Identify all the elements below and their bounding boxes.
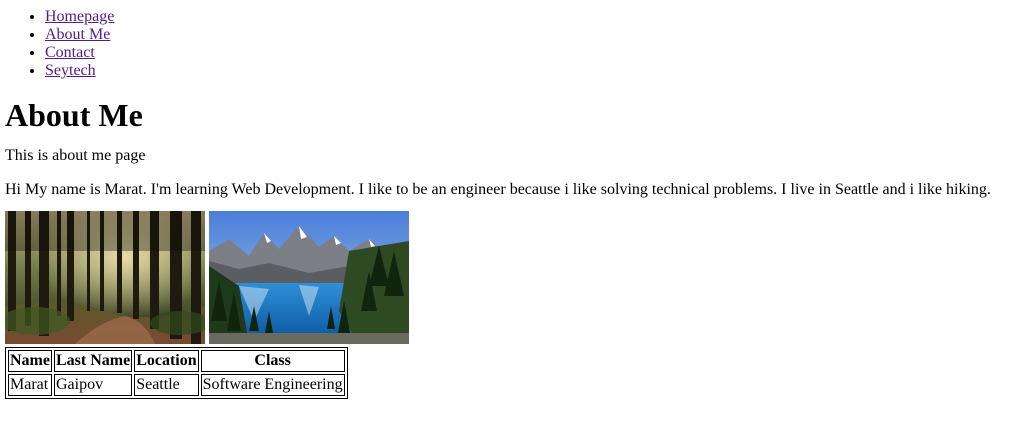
bio-paragraph: Hi My name is Marat. I'm learning Web De… — [5, 181, 991, 198]
header-class: Class — [200, 350, 345, 372]
nav-item-contact: Contact — [45, 44, 1013, 62]
page: Homepage About Me Contact Seytech About … — [0, 8, 1018, 399]
nav-link-seytech[interactable]: Seytech — [45, 62, 96, 79]
nav-item-homepage: Homepage — [45, 8, 1013, 26]
header-location: Location — [134, 350, 199, 372]
photo-gallery — [5, 211, 1013, 344]
cell-last-name: Gaipov — [53, 374, 133, 396]
page-title: About Me — [5, 97, 143, 133]
forest-image — [5, 211, 205, 344]
nav-item-seytech: Seytech — [45, 62, 1013, 80]
cell-name: Marat — [8, 374, 52, 396]
table-header-row: Name Last Name Location Class — [8, 350, 345, 372]
header-name: Name — [8, 350, 52, 372]
header-last-name: Last Name — [53, 350, 133, 372]
cell-class: Software Engineering — [200, 374, 345, 396]
lake-image — [209, 211, 409, 344]
nav-link-homepage[interactable]: Homepage — [45, 8, 114, 25]
nav-list: Homepage About Me Contact Seytech — [5, 8, 1013, 80]
page-subtitle: This is about me page — [5, 147, 146, 164]
nav-link-contact[interactable]: Contact — [45, 44, 95, 61]
info-table: Name Last Name Location Class Marat Gaip… — [5, 347, 348, 399]
cell-location: Seattle — [134, 374, 199, 396]
nav-link-about[interactable]: About Me — [45, 26, 110, 43]
nav-item-about: About Me — [45, 26, 1013, 44]
table-row: Marat Gaipov Seattle Software Engineerin… — [8, 374, 345, 396]
